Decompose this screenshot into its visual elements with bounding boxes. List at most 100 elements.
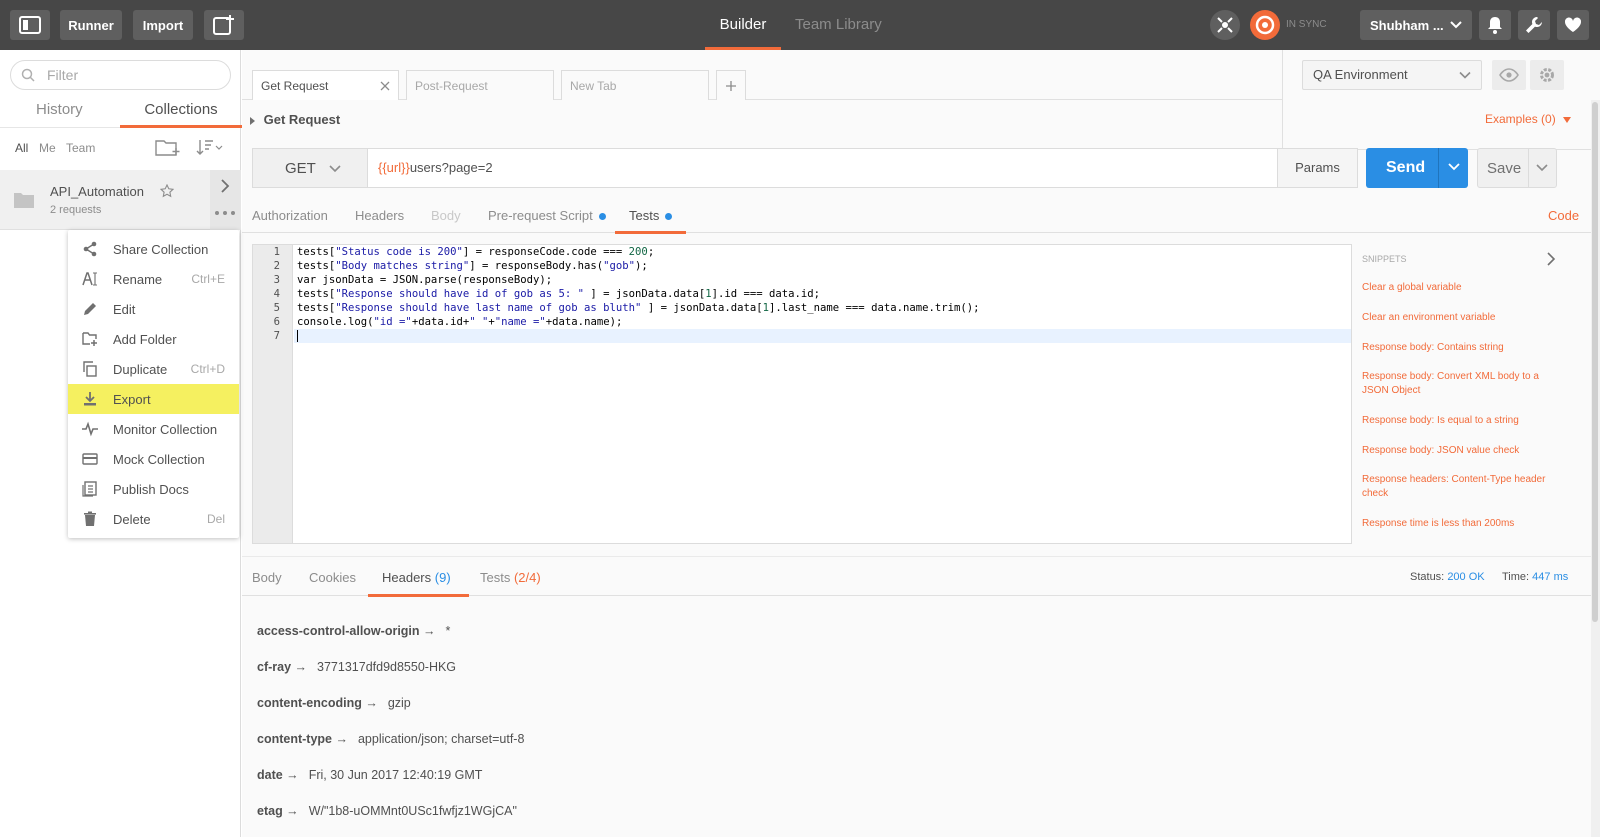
method-select[interactable]: GET (252, 148, 368, 188)
header-value: W/"1b8-uOMMnt0USc1fwfjz1WGjCA" (308, 804, 517, 818)
header-key: content-encoding → (257, 696, 378, 710)
url-variable: {{url}} (378, 160, 410, 175)
code-line: tests["Status code is 200"] = responseCo… (297, 246, 655, 258)
active-line-highlight (294, 329, 1351, 343)
chevron-right-icon[interactable] (1547, 252, 1556, 266)
menu-item-duplicate[interactable]: Duplicate Ctrl+D (68, 354, 239, 384)
tab-headers[interactable]: Headers (355, 208, 404, 223)
scope-team[interactable]: Team (66, 141, 95, 155)
examples-dropdown[interactable]: Examples (0) (1485, 112, 1572, 126)
scope-all[interactable]: All (15, 141, 28, 155)
tab-tests[interactable]: Tests (615, 208, 687, 234)
user-menu-button[interactable]: Shubham ... (1360, 10, 1472, 40)
code-line: var jsonData = JSON.parse(responseBody); (297, 274, 553, 286)
snippet-link[interactable]: Response body: JSON value check (1362, 444, 1550, 458)
tab-history[interactable]: History (36, 98, 83, 128)
snippet-link[interactable]: Response body: Is equal to a string (1362, 414, 1550, 428)
tab-pre-request-script[interactable]: Pre-request Script (488, 208, 606, 223)
new-tab-button[interactable] (204, 10, 244, 40)
response-tab-headers-label: Headers (382, 570, 432, 585)
top-header: Runner Import Builder Team Library IN SY… (0, 0, 1600, 50)
tab-body[interactable]: Body (431, 208, 461, 223)
save-button[interactable]: Save (1477, 148, 1557, 188)
tab-builder[interactable]: Builder (705, 0, 781, 50)
environment-select[interactable]: QA Environment (1302, 60, 1482, 90)
chevron-down-icon[interactable] (1448, 163, 1460, 171)
snippet-link[interactable]: Clear an environment variable (1362, 311, 1550, 325)
menu-item-monitor-collection[interactable]: Monitor Collection (68, 414, 239, 444)
menu-item-add-folder[interactable]: Add Folder (68, 324, 239, 354)
response-tab-cookies[interactable]: Cookies (309, 570, 356, 585)
examples-label: Examples (0) (1485, 112, 1556, 126)
toggle-sidebar-button[interactable] (10, 10, 50, 40)
plus-icon (726, 81, 736, 91)
response-tab-tests[interactable]: Tests (2/4) (480, 570, 541, 585)
menu-item-edit[interactable]: Edit (68, 294, 239, 324)
environment-quick-look-button[interactable] (1492, 60, 1526, 90)
line-number: 5 (273, 302, 280, 314)
more-icon[interactable] (214, 210, 236, 216)
heart-button[interactable] (1557, 10, 1589, 40)
collection-item[interactable]: API_Automation 2 requests (0, 170, 241, 230)
collection-request-count: 2 requests (50, 204, 102, 216)
download-icon (84, 392, 96, 406)
menu-item-delete[interactable]: Delete Del (68, 504, 239, 534)
sort-button[interactable] (196, 138, 224, 159)
url-input[interactable]: {{url}}users?page=2 (368, 148, 1278, 188)
tests-code-editor[interactable]: 1 2 3 4 5 6 7 tests["Status code is 200"… (252, 244, 1352, 544)
add-tab-button[interactable] (716, 70, 746, 100)
header-value: gzip (387, 696, 411, 710)
menu-item-mock-collection[interactable]: Mock Collection (68, 444, 239, 474)
send-button[interactable]: Send (1366, 148, 1468, 188)
chevron-down-icon[interactable] (1536, 164, 1548, 172)
sync-status-button[interactable] (1250, 10, 1280, 40)
header-key: cf-ray → (257, 660, 308, 674)
chevron-right-icon[interactable] (219, 179, 231, 193)
snippets-panel: SNIPPETS Clear a global variable Clear a… (1362, 244, 1562, 544)
interceptor-button[interactable] (1210, 10, 1240, 40)
notifications-button[interactable] (1479, 10, 1511, 40)
request-tab-new-tab[interactable]: New Tab (561, 70, 709, 100)
star-icon[interactable] (160, 184, 174, 198)
import-button[interactable]: Import (133, 10, 193, 40)
response-tab-headers[interactable]: Headers (9) (368, 570, 469, 597)
code-link[interactable]: Code (1548, 208, 1579, 223)
menu-item-share-collection[interactable]: Share Collection (68, 234, 239, 264)
menu-item-rename[interactable]: Rename Ctrl+E (68, 264, 239, 294)
filter-input[interactable]: Filter (10, 60, 231, 90)
header-value: * (445, 624, 451, 638)
params-button[interactable]: Params (1278, 148, 1358, 188)
status-label: Status: (1410, 571, 1445, 583)
send-divider (1438, 148, 1439, 188)
menu-item-publish-docs[interactable]: Publish Docs (68, 474, 239, 504)
snippet-link[interactable]: Response headers: Content-Type header ch… (1362, 473, 1550, 501)
header-row: etag → W/"1b8-uOMMnt0USc1fwfjz1WGjCA" (257, 804, 517, 818)
pulse-icon (82, 421, 98, 437)
header-key: etag → (257, 804, 299, 818)
snippet-link[interactable]: Response body: Convert XML body to a JSO… (1362, 370, 1550, 398)
snippet-link[interactable]: Clear a global variable (1362, 281, 1550, 295)
request-tab-post-request[interactable]: Post-Request (406, 70, 554, 100)
request-name-toggle[interactable]: Get Request (250, 112, 340, 127)
tab-team-library[interactable]: Team Library (795, 0, 882, 50)
menu-item-export[interactable]: Export (68, 384, 239, 414)
tab-authorization[interactable]: Authorization (252, 208, 328, 223)
scrollbar-thumb[interactable] (1592, 102, 1598, 622)
modified-dot (665, 213, 673, 221)
close-icon[interactable] (380, 81, 390, 91)
header-key: access-control-allow-origin → (257, 624, 436, 638)
snippet-link[interactable]: Response body: Contains string (1362, 341, 1550, 355)
manage-environments-button[interactable] (1530, 60, 1564, 90)
search-icon (21, 68, 35, 82)
request-tab-get-request[interactable]: Get Request (252, 70, 399, 100)
scope-me[interactable]: Me (39, 141, 56, 155)
response-tab-body[interactable]: Body (252, 570, 282, 585)
wrench-icon (1526, 16, 1542, 33)
tab-collections[interactable]: Collections (120, 98, 242, 128)
header-value: 3771317dfd9d8550-HKG (317, 660, 457, 674)
runner-button[interactable]: Runner (60, 10, 122, 40)
time-value: 447 ms (1532, 571, 1569, 583)
new-collection-button[interactable] (155, 138, 181, 159)
settings-wrench-button[interactable] (1518, 10, 1550, 40)
snippet-link[interactable]: Response time is less than 200ms (1362, 517, 1550, 531)
